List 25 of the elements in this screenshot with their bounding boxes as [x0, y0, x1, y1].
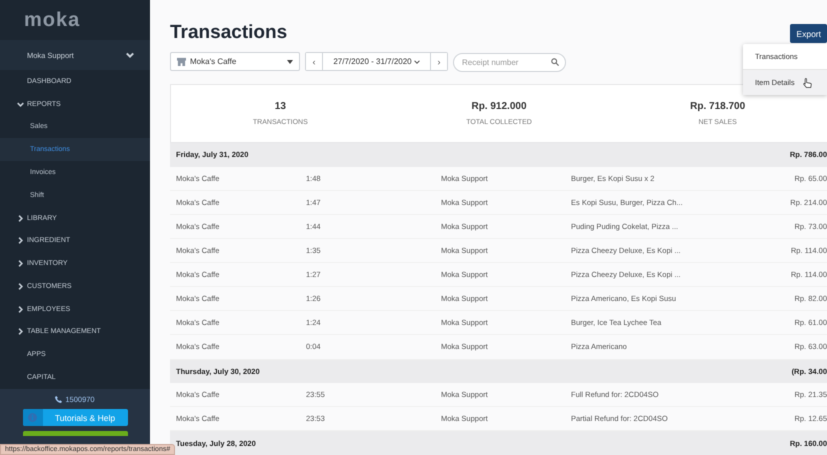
logo[interactable]: moka	[24, 8, 80, 32]
summary-value: Rp. 718.700	[690, 101, 746, 112]
page-title: Transactions	[170, 21, 288, 44]
chevron-icon	[414, 58, 420, 65]
chevron-icon	[17, 214, 24, 222]
store-icon	[177, 57, 186, 66]
export-button[interactable]: Export	[790, 24, 827, 43]
phone-icon	[55, 396, 62, 403]
chevron-icon	[17, 306, 24, 313]
summary-value: 13	[274, 101, 286, 112]
search-field[interactable]: Receipt number	[453, 53, 566, 72]
chevron-icon	[17, 237, 24, 244]
chevron-icon	[17, 100, 24, 108]
pointer-cursor-icon	[802, 78, 812, 88]
chevron-icon	[17, 328, 24, 336]
caret-icon	[287, 60, 293, 64]
summary-value: Rp. 912.000	[471, 101, 527, 112]
info-icon	[28, 413, 37, 422]
outlet-dropdown[interactable]: Moka's Caffe	[170, 52, 300, 72]
chevron-icon	[17, 282, 24, 290]
chevron-icon	[17, 260, 24, 268]
chevron-icon	[126, 51, 134, 59]
chat-button[interactable]	[22, 431, 128, 436]
date-range-picker[interactable]: 27/7/2020 - 31/7/2020	[322, 53, 431, 70]
search-icon	[551, 58, 559, 66]
